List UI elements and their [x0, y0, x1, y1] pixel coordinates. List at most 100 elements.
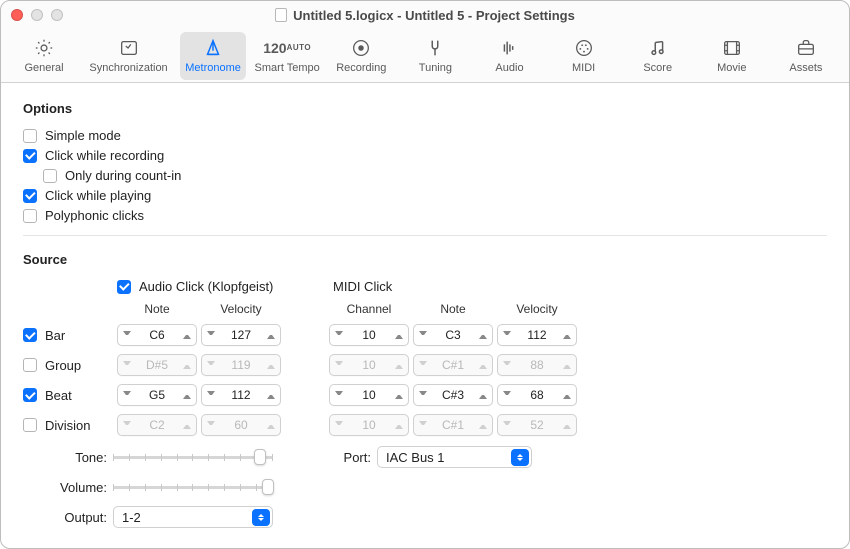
music-notes-icon [646, 37, 670, 59]
midi-click-label: MIDI Click [329, 279, 577, 294]
tab-label: Smart Tempo [255, 62, 320, 74]
output-label: Output: [23, 510, 113, 525]
zoom-window-button[interactable] [51, 9, 63, 21]
tab-general[interactable]: General [11, 32, 77, 80]
division-velocity-stepper[interactable]: 60 [201, 414, 281, 436]
options-heading: Options [23, 101, 827, 116]
group-midi-velocity-stepper[interactable]: 88 [497, 354, 577, 376]
group-midi-note-stepper[interactable]: C#1 [413, 354, 493, 376]
col-midi-note: Note [413, 302, 493, 316]
row-label: Bar [45, 328, 65, 343]
tab-score[interactable]: Score [625, 32, 691, 80]
option-label: Only during count-in [65, 168, 181, 183]
beat-midi-note-stepper[interactable]: C#3 [413, 384, 493, 406]
volume-label: Volume: [23, 480, 113, 495]
division-midi-channel-stepper[interactable]: 10 [329, 414, 409, 436]
tab-label: Tuning [419, 62, 452, 74]
tab-midi[interactable]: MIDI [551, 32, 617, 80]
film-icon [720, 37, 744, 59]
beat-midi-velocity-stepper[interactable]: 68 [497, 384, 577, 406]
checkbox-only-count-in[interactable] [43, 169, 57, 183]
tab-label: Movie [717, 62, 746, 74]
metronome-icon [201, 37, 225, 59]
bar-midi-note-stepper[interactable]: C3 [413, 324, 493, 346]
col-velocity: Velocity [201, 302, 281, 316]
waveform-icon [497, 37, 521, 59]
tone-slider[interactable] [113, 448, 273, 466]
tone-label: Tone: [23, 450, 113, 465]
gear-icon [32, 37, 56, 59]
tempo-icon: 120 AUTO [275, 37, 299, 59]
division-note-stepper[interactable]: C2 [117, 414, 197, 436]
tab-label: Metronome [185, 62, 241, 74]
bar-note-stepper[interactable]: C6 [117, 324, 197, 346]
popup-arrows-icon [252, 509, 270, 526]
checkbox-polyphonic[interactable] [23, 209, 37, 223]
output-select[interactable]: 1-2 [113, 506, 273, 528]
toolbar: General Synchronization Metronome 120 AU… [1, 29, 849, 83]
port-select[interactable]: IAC Bus 1 [377, 446, 532, 468]
tab-audio[interactable]: Audio [476, 32, 542, 80]
sync-icon [117, 37, 141, 59]
checkbox-bar[interactable] [23, 328, 37, 342]
checkbox-simple-mode[interactable] [23, 129, 37, 143]
option-label: Click while playing [45, 188, 151, 203]
window-titlebar: Untitled 5.logicx - Untitled 5 - Project… [1, 1, 849, 29]
option-label: Simple mode [45, 128, 121, 143]
beat-note-stepper[interactable]: G5 [117, 384, 197, 406]
tab-metronome[interactable]: Metronome [180, 32, 246, 80]
tab-tuning[interactable]: Tuning [402, 32, 468, 80]
tab-movie[interactable]: Movie [699, 32, 765, 80]
minimize-window-button[interactable] [31, 9, 43, 21]
tab-assets[interactable]: Assets [773, 32, 839, 80]
source-heading: Source [23, 252, 827, 267]
tab-label: Synchronization [89, 62, 167, 74]
col-midi-velocity: Velocity [497, 302, 577, 316]
tuning-fork-icon [423, 37, 447, 59]
group-note-stepper[interactable]: D#5 [117, 354, 197, 376]
tab-recording[interactable]: Recording [328, 32, 394, 80]
division-midi-note-stepper[interactable]: C#1 [413, 414, 493, 436]
checkbox-group[interactable] [23, 358, 37, 372]
group-midi-channel-stepper[interactable]: 10 [329, 354, 409, 376]
popup-arrows-icon [511, 449, 529, 466]
window-title: Untitled 5.logicx - Untitled 5 - Project… [293, 8, 575, 23]
midi-port-icon [572, 37, 596, 59]
briefcase-icon [794, 37, 818, 59]
beat-velocity-stepper[interactable]: 112 [201, 384, 281, 406]
col-channel: Channel [329, 302, 409, 316]
col-note: Note [117, 302, 197, 316]
tab-label: Score [643, 62, 672, 74]
record-icon [349, 37, 373, 59]
row-label: Division [45, 418, 91, 433]
option-label: Polyphonic clicks [45, 208, 144, 223]
port-label: Port: [317, 450, 377, 465]
tab-label: Audio [495, 62, 523, 74]
tab-label: General [24, 62, 63, 74]
section-divider [23, 235, 827, 236]
close-window-button[interactable] [11, 9, 23, 21]
beat-midi-channel-stepper[interactable]: 10 [329, 384, 409, 406]
volume-slider[interactable] [113, 478, 273, 496]
checkbox-audio-click[interactable] [117, 280, 131, 294]
checkbox-click-recording[interactable] [23, 149, 37, 163]
bar-midi-channel-stepper[interactable]: 10 [329, 324, 409, 346]
tab-label: Recording [336, 62, 386, 74]
tab-label: MIDI [572, 62, 595, 74]
document-icon [275, 8, 287, 22]
division-midi-velocity-stepper[interactable]: 52 [497, 414, 577, 436]
window-controls [11, 9, 63, 21]
row-label: Group [45, 358, 81, 373]
checkbox-click-playing[interactable] [23, 189, 37, 203]
checkbox-division[interactable] [23, 418, 37, 432]
group-velocity-stepper[interactable]: 119 [201, 354, 281, 376]
bar-velocity-stepper[interactable]: 127 [201, 324, 281, 346]
row-label: Beat [45, 388, 72, 403]
audio-click-label: Audio Click (Klopfgeist) [139, 279, 273, 294]
checkbox-beat[interactable] [23, 388, 37, 402]
tab-synchronization[interactable]: Synchronization [85, 32, 172, 80]
option-label: Click while recording [45, 148, 164, 163]
bar-midi-velocity-stepper[interactable]: 112 [497, 324, 577, 346]
tab-label: Assets [789, 62, 822, 74]
tab-smart-tempo[interactable]: 120 AUTO Smart Tempo [254, 32, 320, 80]
